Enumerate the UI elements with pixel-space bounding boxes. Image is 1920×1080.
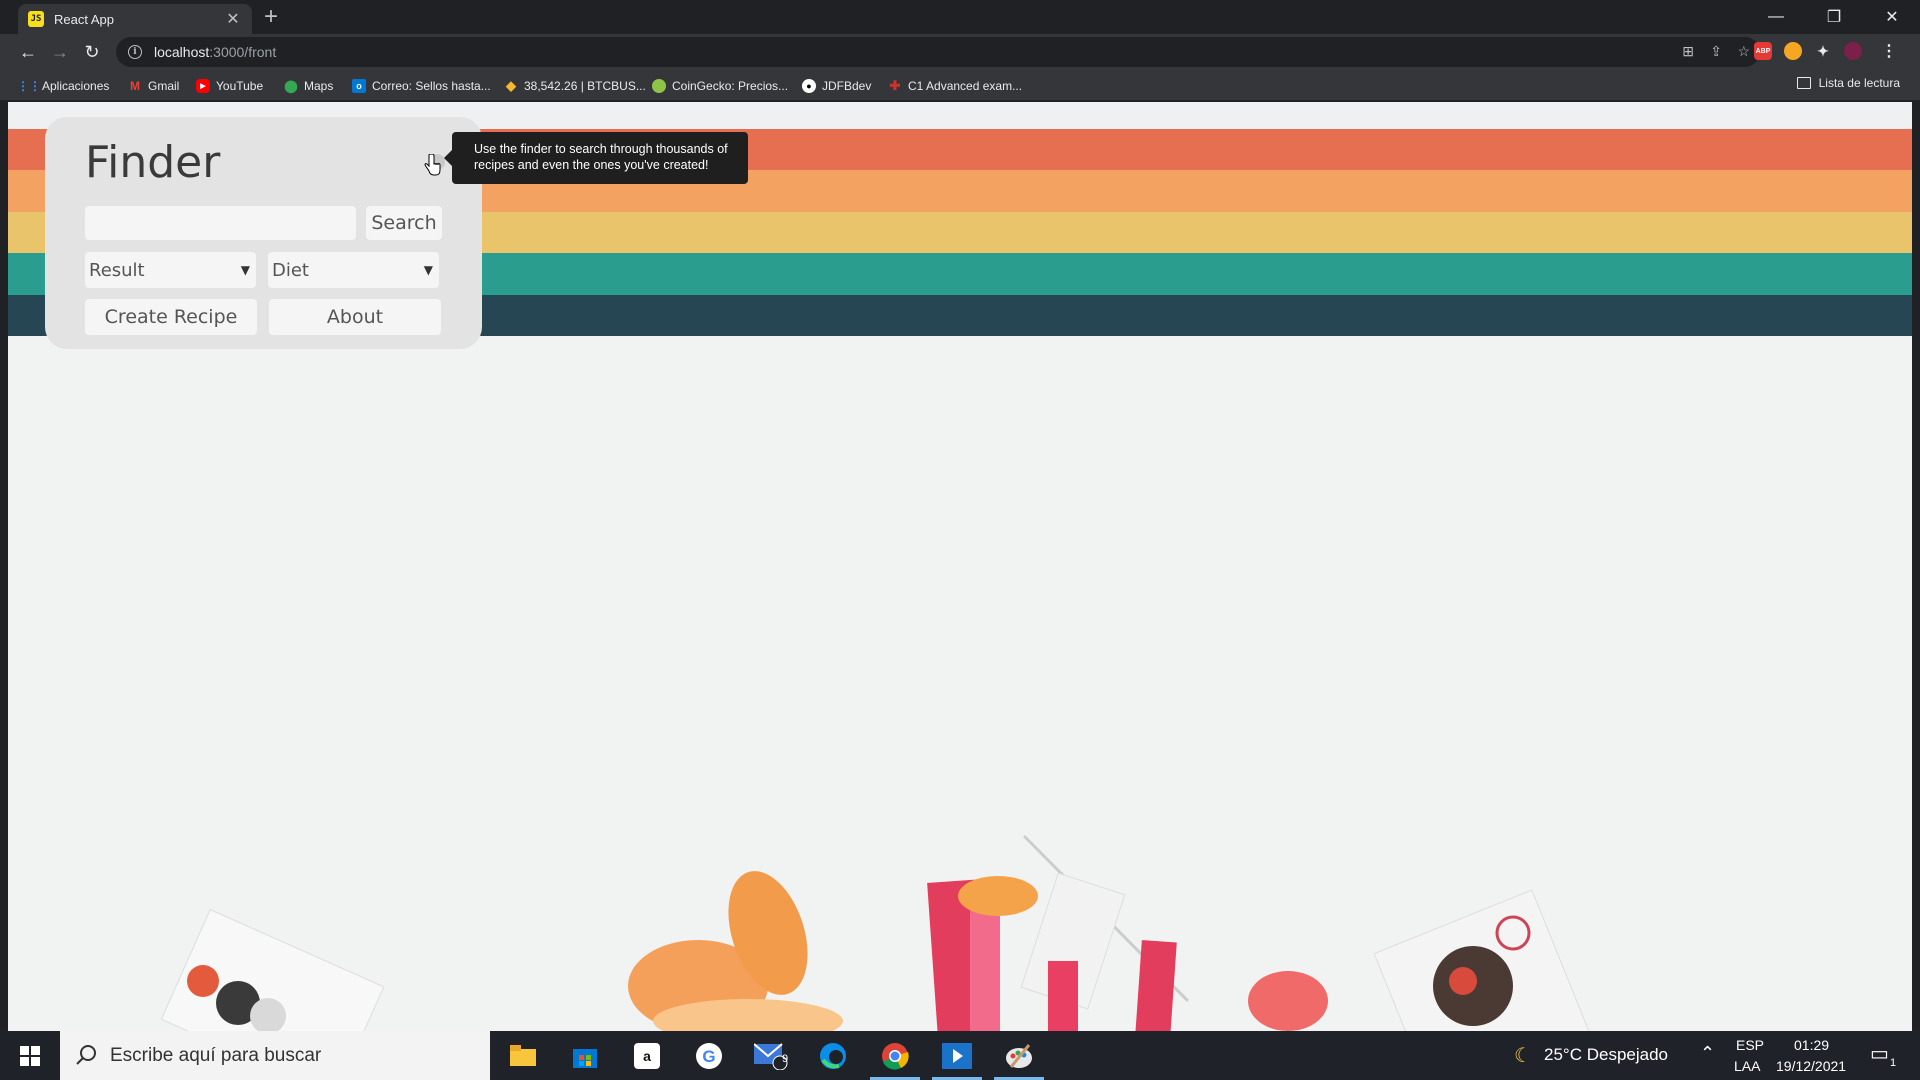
bookmark-gmail[interactable]: M Gmail (128, 76, 179, 96)
svg-text:G: G (702, 1047, 715, 1066)
bookmark-label: 38,542.26 | BTCBUS... (524, 79, 646, 93)
microsoft-store-icon[interactable] (554, 1031, 616, 1080)
tab-title: React App (54, 11, 114, 27)
outlook-icon: o (352, 79, 366, 93)
back-icon[interactable]: ← (14, 38, 42, 66)
notifications-icon[interactable]: ▭ (1870, 1041, 1889, 1066)
paint-app-icon[interactable] (988, 1031, 1050, 1080)
reading-list[interactable]: Lista de lectura (1796, 76, 1900, 90)
diet-select[interactable]: Diet ▼ (268, 252, 439, 288)
result-select-value: Result (89, 259, 145, 281)
moon-weather-icon: ☾ (1514, 1045, 1532, 1067)
bookmark-label: Correo: Sellos hasta... (372, 79, 491, 93)
forward-icon[interactable]: → (46, 38, 74, 66)
chevron-down-icon: ▼ (240, 263, 250, 277)
profile-avatar[interactable] (1844, 42, 1862, 60)
tab-react-app[interactable]: JS React App ✕ (18, 4, 252, 34)
chrome-icon[interactable] (864, 1031, 926, 1080)
food-background-image (160, 834, 1593, 1031)
share-icon[interactable]: ⇪ (1710, 43, 1722, 60)
finder-title: Finder (85, 137, 221, 188)
bookmark-star-icon[interactable]: ☆ (1737, 43, 1750, 60)
bookmark-label: Gmail (148, 79, 180, 93)
finder-panel: Finder Search Result ▼ Diet ▼ Create Rec… (45, 117, 482, 349)
bookmark-label: Maps (304, 79, 334, 93)
bookmark-jdfbdev[interactable]: ● JDFBdev (802, 76, 871, 96)
bookmark-btcbusd[interactable]: ◆ 38,542.26 | BTCBUS... (504, 76, 646, 96)
github-icon: ● (802, 79, 816, 93)
bookmark-label: YouTube (216, 79, 264, 93)
react-favicon-icon: JS (28, 11, 44, 27)
menu-kebab-icon[interactable]: ⋮ (1880, 42, 1898, 60)
language-top[interactable]: ESP (1736, 1037, 1764, 1053)
svg-text:a: a (643, 1048, 651, 1064)
bookmark-coingecko[interactable]: CoinGecko: Precios... (652, 76, 788, 96)
taskbar-search[interactable]: Escribe aquí para buscar (60, 1031, 490, 1080)
url-path: :3000/front (209, 44, 277, 60)
clock-date[interactable]: 19/12/2021 (1776, 1058, 1846, 1074)
hand-cursor-icon (424, 154, 441, 176)
site-info-icon[interactable]: i (128, 45, 142, 59)
close-window-icon[interactable]: ✕ (1864, 0, 1920, 34)
windows-taskbar: Escribe aquí para buscar a G 9 ☾ 25°C De… (0, 1031, 1920, 1080)
extension-icon[interactable] (1784, 42, 1802, 60)
cambridge-icon: ✚ (889, 78, 901, 93)
reload-icon[interactable]: ↻ (78, 38, 106, 66)
browser-toolbar: ← → ↻ i localhost :3000/front ⊞ ⇪ ☆ ABP … (0, 34, 1920, 70)
mail-badge: 9 (782, 1053, 789, 1065)
language-bottom[interactable]: LAA (1734, 1058, 1760, 1074)
bookmark-label: C1 Advanced exam... (908, 79, 1023, 93)
translate-icon[interactable]: ⊞ (1682, 43, 1694, 60)
reading-list-icon (1796, 77, 1811, 89)
adblock-extension-icon[interactable]: ABP (1754, 42, 1772, 60)
weather-text[interactable]: 25°C Despejado (1544, 1045, 1668, 1065)
chevron-up-icon[interactable]: ⌃ (1700, 1043, 1715, 1064)
google-icon[interactable]: G (678, 1031, 740, 1080)
browser-tabstrip: JS React App ✕ + — ❐ ✕ (0, 0, 1920, 34)
amazon-icon[interactable]: a (616, 1031, 678, 1080)
page-viewport: Finder Search Result ▼ Diet ▼ Create Rec… (8, 102, 1912, 1031)
search-input[interactable] (85, 206, 356, 240)
maps-pin-icon: ⬤ (284, 79, 298, 93)
chevron-down-icon: ▼ (423, 263, 433, 277)
mail-icon[interactable]: 9 (740, 1031, 802, 1080)
bookmark-label: JDFBdev (822, 79, 872, 93)
restore-icon[interactable]: ❐ (1806, 0, 1862, 34)
address-bar[interactable]: i localhost :3000/front ⊞ ⇪ ☆ (116, 37, 1760, 67)
taskbar-search-placeholder: Escribe aquí para buscar (110, 1044, 322, 1066)
bookmark-label: CoinGecko: Precios... (672, 79, 789, 93)
about-button[interactable]: About (269, 299, 441, 335)
bookmarks-bar: ⋮⋮ Aplicaciones M Gmail ▶ YouTube ⬤ Maps… (0, 70, 1920, 101)
file-explorer-icon[interactable] (492, 1031, 554, 1080)
bookmark-label: Aplicaciones (42, 79, 110, 93)
result-select[interactable]: Result ▼ (85, 252, 256, 288)
search-icon (76, 1045, 96, 1065)
diet-select-value: Diet (272, 259, 309, 281)
media-player-icon[interactable] (926, 1031, 988, 1080)
search-button[interactable]: Search (366, 206, 442, 240)
start-button[interactable] (0, 1031, 60, 1080)
apps-grid-icon: ⋮⋮ (17, 79, 41, 93)
bookmark-aplicaciones[interactable]: ⋮⋮ Aplicaciones (17, 76, 110, 96)
binance-icon: ◆ (506, 78, 516, 93)
new-tab-icon[interactable]: + (264, 5, 278, 29)
bookmark-youtube[interactable]: ▶ YouTube (196, 76, 263, 96)
youtube-icon: ▶ (196, 79, 210, 93)
clock-time[interactable]: 01:29 (1794, 1037, 1829, 1053)
finder-help-tooltip: Use the finder to search through thousan… (444, 132, 748, 184)
notifications-count: 1 (1890, 1057, 1897, 1069)
reading-list-label: Lista de lectura (1818, 76, 1900, 90)
minimize-icon[interactable]: — (1748, 0, 1804, 34)
windows-logo-icon (20, 1045, 40, 1066)
url-host: localhost (154, 44, 210, 60)
extensions-puzzle-icon[interactable]: ✦ (1814, 42, 1832, 60)
bookmark-maps[interactable]: ⬤ Maps (284, 76, 333, 96)
coingecko-icon (652, 79, 666, 93)
edge-icon[interactable] (802, 1031, 864, 1080)
tab-close-icon[interactable]: ✕ (224, 9, 242, 29)
gmail-icon: M (130, 79, 140, 93)
bookmark-c1-advanced[interactable]: ✚ C1 Advanced exam... (888, 76, 1023, 96)
bookmark-correo[interactable]: o Correo: Sellos hasta... (352, 76, 491, 96)
create-recipe-button[interactable]: Create Recipe (85, 299, 257, 335)
